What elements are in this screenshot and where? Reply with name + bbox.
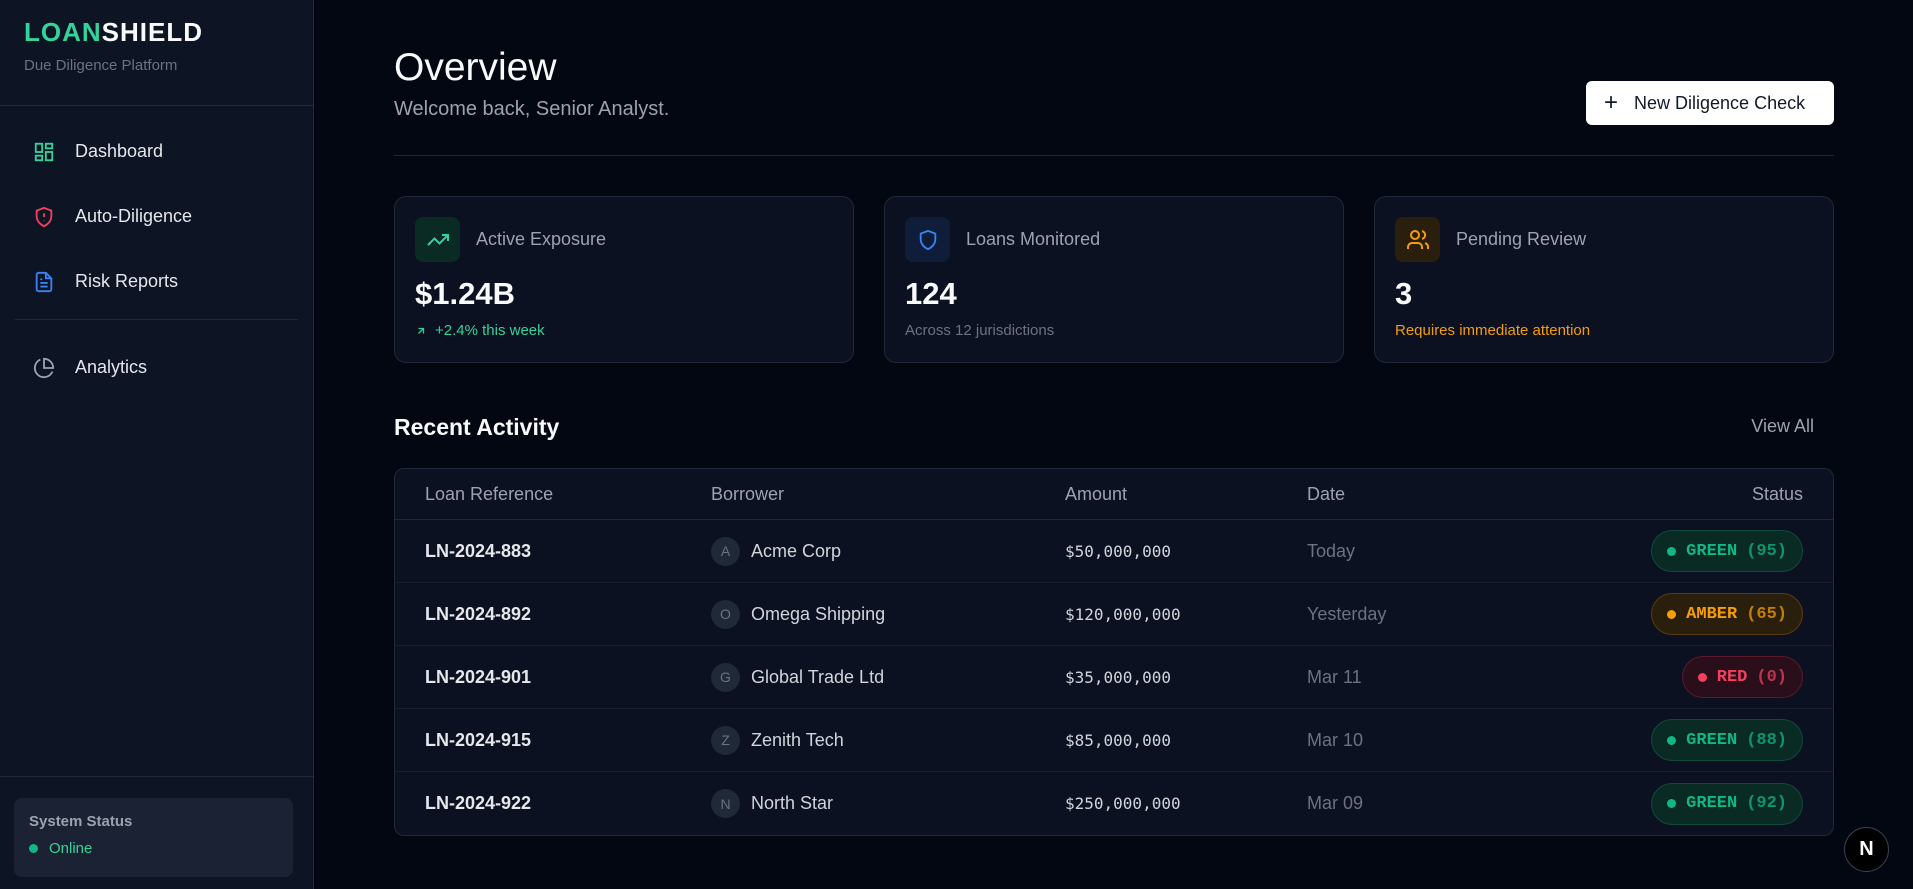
- column-header-amount[interactable]: Amount: [1065, 484, 1127, 505]
- card-active-exposure: Active Exposure $1.24B +2.4% this week: [394, 196, 854, 363]
- card-value: $1.24B: [415, 276, 515, 311]
- card-note: +2.4% this week: [435, 322, 545, 339]
- table-row[interactable]: LN-2024-915 Z Zenith Tech $85,000,000 Mar…: [395, 709, 1833, 772]
- sidebar-item-auto-diligence[interactable]: Auto-Diligence: [15, 189, 298, 244]
- borrower-name: Omega Shipping: [751, 603, 886, 624]
- sidebar-item-label: Dashboard: [75, 141, 164, 161]
- loan-reference: LN-2024-883: [425, 540, 532, 561]
- arrow-up-right-icon: [415, 325, 427, 337]
- page-header: Overview Welcome back, Senior Analyst. +…: [394, 0, 1834, 156]
- sidebar-item-analytics[interactable]: Analytics: [15, 340, 298, 395]
- sidebar-nav: Dashboard Auto-Diligence Risk Reports An…: [0, 106, 313, 395]
- dashboard-grid-icon: [33, 141, 55, 163]
- system-status-panel: System Status Online: [14, 798, 293, 877]
- loan-date: Mar 10: [1307, 729, 1364, 750]
- table-row[interactable]: LN-2024-892 O Omega Shipping $120,000,000…: [395, 583, 1833, 646]
- shield-icon: [905, 217, 950, 262]
- brand-logo[interactable]: LOANSHIELD: [24, 18, 289, 46]
- loan-reference: LN-2024-901: [425, 666, 532, 687]
- sidebar-item-dashboard[interactable]: Dashboard: [15, 124, 298, 179]
- loan-reference: LN-2024-892: [425, 603, 532, 624]
- status-badge[interactable]: AMBER (65): [1651, 593, 1803, 635]
- document-icon: [33, 271, 55, 293]
- avatar: N: [711, 789, 740, 818]
- new-diligence-check-button[interactable]: + New Diligence Check: [1586, 81, 1834, 125]
- sidebar-item-risk-reports[interactable]: Risk Reports: [15, 254, 298, 309]
- table-row[interactable]: LN-2024-901 G Global Trade Ltd $35,000,00…: [395, 646, 1833, 709]
- sidebar-item-label: Risk Reports: [75, 271, 179, 291]
- card-label: Loans Monitored: [966, 229, 1101, 249]
- page-title: Overview: [394, 46, 557, 89]
- borrower-name: North Star: [751, 793, 834, 813]
- loan-amount: $85,000,000: [1065, 730, 1171, 750]
- loan-amount: $250,000,000: [1065, 794, 1181, 813]
- nextjs-badge-icon[interactable]: N: [1844, 827, 1889, 872]
- card-pending-review: Pending Review 3 Requires immediate atte…: [1374, 196, 1834, 363]
- table-row[interactable]: LN-2024-922 N North Star $250,000,000 Mar…: [395, 772, 1833, 835]
- sidebar-footer-divider: [0, 776, 313, 777]
- avatar: A: [711, 536, 740, 566]
- status-dot-icon: [1667, 546, 1677, 556]
- loan-amount: $50,000,000: [1065, 541, 1171, 561]
- column-header-status[interactable]: Status: [1752, 484, 1803, 505]
- status-badge[interactable]: GREEN (88): [1651, 719, 1803, 761]
- brand-subtitle: Due Diligence Platform: [24, 57, 178, 74]
- status-dot-icon: [29, 844, 38, 853]
- plus-icon: +: [1604, 89, 1619, 116]
- page-subtitle: Welcome back, Senior Analyst.: [394, 98, 670, 120]
- main-content: Overview Welcome back, Senior Analyst. +…: [394, 0, 1834, 836]
- column-header-borrower[interactable]: Borrower: [711, 484, 784, 505]
- system-status-row: Online: [29, 840, 278, 857]
- card-value: 124: [905, 276, 957, 311]
- loan-date: Today: [1307, 540, 1356, 561]
- status-badge[interactable]: RED (0): [1681, 656, 1803, 698]
- status-dot-icon: [1667, 799, 1677, 808]
- card-note: Requires immediate attention: [1395, 322, 1591, 339]
- brand: LOANSHIELD Due Diligence Platform: [0, 0, 313, 106]
- table-row[interactable]: LN-2024-883 A Acme Corp $50,000,000 Today…: [395, 520, 1833, 583]
- stat-cards: Active Exposure $1.24B +2.4% this week L…: [394, 196, 1834, 363]
- card-loans-monitored: Loans Monitored 124 Across 12 jurisdicti…: [884, 196, 1344, 363]
- activity-table: Loan Reference Borrower Amount Date Stat…: [394, 468, 1834, 836]
- loan-reference: LN-2024-922: [425, 793, 532, 813]
- pie-chart-icon: [33, 357, 55, 379]
- status-badge[interactable]: GREEN (95): [1651, 530, 1803, 572]
- system-status-value: Online: [49, 840, 93, 857]
- card-value: 3: [1395, 276, 1413, 311]
- status-dot-icon: [1667, 609, 1677, 619]
- new-diligence-check-label: New Diligence Check: [1634, 92, 1806, 113]
- loan-reference: LN-2024-915: [425, 729, 532, 750]
- column-header-loan-reference[interactable]: Loan Reference: [425, 484, 553, 505]
- card-label: Active Exposure: [476, 229, 607, 249]
- status-dot-icon: [1697, 672, 1707, 682]
- card-note: Across 12 jurisdictions: [905, 322, 1055, 339]
- borrower-name: Acme Corp: [751, 540, 842, 561]
- borrower-name: Zenith Tech: [751, 729, 844, 750]
- recent-activity-title: Recent Activity: [394, 414, 560, 440]
- table-header: Loan Reference Borrower Amount Date Stat…: [395, 469, 1833, 520]
- card-label: Pending Review: [1456, 229, 1587, 249]
- system-status-title: System Status: [29, 813, 133, 830]
- column-header-date[interactable]: Date: [1307, 484, 1345, 505]
- loan-date: Yesterday: [1307, 603, 1387, 624]
- sidebar-divider: [15, 319, 298, 320]
- avatar: O: [711, 599, 740, 629]
- sidebar: LOANSHIELD Due Diligence Platform Dashbo…: [0, 0, 314, 889]
- loan-date: Mar 11: [1307, 666, 1362, 687]
- sidebar-item-label: Auto-Diligence: [75, 206, 193, 226]
- trending-up-icon: [415, 217, 460, 262]
- loan-amount: $120,000,000: [1065, 604, 1181, 624]
- shield-alert-icon: [33, 206, 55, 228]
- avatar: Z: [711, 725, 740, 755]
- sidebar-item-label: Analytics: [75, 357, 148, 377]
- borrower-name: Global Trade Ltd: [751, 666, 885, 687]
- status-dot-icon: [1667, 735, 1677, 745]
- users-icon: [1395, 217, 1440, 262]
- loan-date: Mar 09: [1307, 793, 1364, 813]
- status-badge[interactable]: GREEN (92): [1651, 782, 1803, 825]
- avatar: G: [711, 662, 740, 692]
- loan-amount: $35,000,000: [1065, 667, 1171, 687]
- view-all-link[interactable]: View All: [1751, 416, 1814, 437]
